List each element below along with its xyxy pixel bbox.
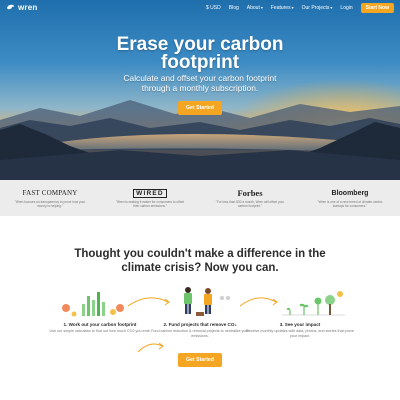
nav-item-label: Login (340, 4, 353, 11)
people-planting-icon (184, 287, 230, 316)
nav-item-about[interactable]: About ▾ (247, 5, 263, 11)
bar-chart-icon (62, 292, 124, 317)
nav-item-features[interactable]: Features ▾ (271, 5, 294, 11)
press-quote: "Wren is making it easier for consumers … (115, 200, 185, 208)
step-title: 3. See your impact (279, 322, 321, 327)
step-title: 2. Fund projects that remove CO₂ (163, 322, 237, 327)
forbes-logo: Forbes (237, 188, 263, 198)
chevron-down-icon: ▾ (330, 5, 333, 10)
fast-company-logo: FAST COMPANY (22, 189, 78, 197)
press-quote: "Wren is one of a new breed of climate-c… (317, 200, 383, 208)
hero-section: wren $ USD Blog About ▾ Features ▾ Our Pro… (0, 0, 400, 180)
wired-logo-wrap: WIRED (133, 188, 167, 198)
bird-icon (6, 4, 15, 10)
wren-logo[interactable]: wren (6, 3, 37, 12)
section-headline: Thought you couldn't make a difference i… (0, 247, 400, 275)
chevron-down-icon: ▾ (260, 5, 263, 10)
nav-item-currency[interactable]: $ USD (206, 5, 221, 11)
press-item-fast-company: FAST COMPANY "Wren focuses on transparen… (0, 180, 100, 216)
brand-name: wren (18, 3, 38, 12)
nav-item-our-projects[interactable]: Our Projects ▾ (302, 5, 333, 11)
chevron-down-icon: ▾ (291, 5, 294, 10)
press-bar: FAST COMPANY "Wren focuses on transparen… (0, 180, 400, 216)
wired-logo: WIRED (133, 188, 167, 198)
page: wren $ USD Blog About ▾ Features ▾ Our Pro… (0, 0, 400, 400)
start-now-button[interactable]: Start Now (360, 2, 394, 13)
arrow-right-icon (137, 343, 163, 353)
hero-subtitle-line: through a monthly subscription. (141, 83, 259, 93)
step-title: 1. Work out your carbon footprint (63, 322, 137, 327)
hero-title-line: footprint (160, 52, 240, 73)
hero-subtitle-line: Calculate and offset your carbon footpri… (123, 73, 277, 83)
hero-subtitle: Calculate and offset your carbon footpri… (0, 73, 400, 93)
nav-item-label: Features (270, 4, 291, 11)
press-item-bloomberg: Bloomberg "Wren is one of a new breed of… (300, 180, 400, 216)
press-item-forbes: Forbes "For less than $30 a month, Wren … (200, 180, 300, 216)
arrow-right-icon (239, 297, 277, 307)
bottom-get-started-button[interactable]: Get Started (178, 353, 222, 367)
nav-item-label: $ USD (206, 4, 221, 11)
nav-item-login[interactable]: Login (340, 5, 352, 11)
headline-line: climate crisis? Now you can. (121, 262, 279, 274)
growing-sprouts-icon (282, 291, 345, 316)
nav-item-label: About (246, 4, 260, 11)
headline-line: Thought you couldn't make a difference i… (74, 248, 326, 260)
arrow-right-icon (127, 297, 169, 307)
press-quote: "Wren focuses on transparency to prove h… (14, 200, 86, 208)
nav-items: $ USD Blog About ▾ Features ▾ Our Projects… (206, 2, 394, 13)
nav-item-blog[interactable]: Blog (229, 5, 239, 11)
hero-get-started-button[interactable]: Get Started (178, 101, 222, 115)
press-item-wired: WIRED "Wren is making it easier for cons… (100, 180, 200, 216)
hero-title: Erase your carbon footprint (0, 35, 400, 73)
bloomberg-logo: Bloomberg (331, 189, 369, 197)
nav-item-label: Blog (228, 4, 239, 11)
press-quote: "For less than $30 a month, Wren will of… (215, 200, 285, 208)
steps-illustrations (62, 287, 345, 317)
top-nav: wren $ USD Blog About ▾ Features ▾ Our Pro… (0, 0, 400, 15)
nav-item-label: Our Projects (301, 4, 330, 11)
